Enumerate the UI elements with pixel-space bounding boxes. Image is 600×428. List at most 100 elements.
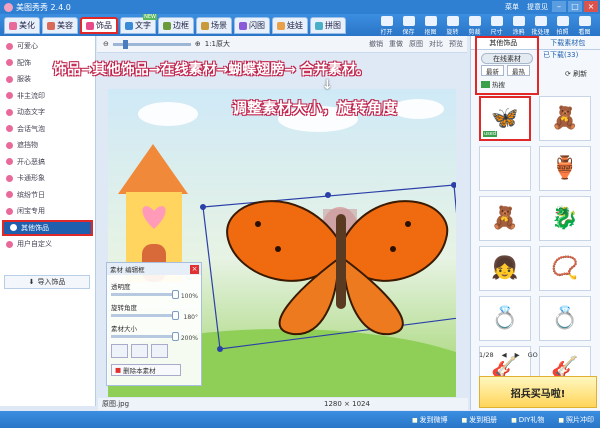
tab-label: 文字 bbox=[135, 21, 151, 30]
tool-button-1[interactable]: 保存 bbox=[399, 16, 418, 36]
tool-button-5[interactable]: 尺寸 bbox=[487, 16, 506, 36]
undo-button[interactable]: 撤销 bbox=[369, 39, 383, 49]
material-thumb[interactable]: 💍 bbox=[539, 296, 591, 341]
category-label: 卡通形象 bbox=[17, 174, 45, 183]
material-thumb[interactable]: 🧸 bbox=[539, 96, 591, 141]
zoom-slider[interactable] bbox=[112, 39, 191, 49]
maximize-button[interactable]: □ bbox=[568, 1, 582, 12]
tab-0[interactable]: 美化 bbox=[4, 17, 40, 34]
category-item[interactable]: 动态文字 bbox=[0, 104, 95, 121]
slider-knob[interactable] bbox=[171, 290, 179, 299]
material-thumb[interactable]: 💍 bbox=[479, 296, 531, 341]
category-icon bbox=[6, 59, 13, 67]
tool-icon bbox=[402, 16, 415, 26]
tab-icon bbox=[125, 21, 133, 30]
category-icon bbox=[6, 108, 13, 116]
photo-print-button[interactable]: 照片冲印 bbox=[558, 415, 594, 425]
preview-button[interactable]: 预览 bbox=[449, 39, 463, 49]
zoom-label[interactable]: 1:1原大 bbox=[205, 39, 230, 49]
zoom-in-icon[interactable]: ⊕ bbox=[195, 40, 201, 48]
pager-control[interactable]: GO bbox=[528, 351, 538, 359]
category-icon bbox=[6, 207, 13, 215]
tab-label: 美容 bbox=[57, 21, 73, 30]
edit-slider[interactable] bbox=[111, 332, 179, 341]
tab-2[interactable]: 饰品 bbox=[80, 17, 118, 34]
tab-7[interactable]: 娃娃 bbox=[272, 17, 308, 34]
tab-5[interactable]: 场景 bbox=[196, 17, 232, 34]
delete-material-button[interactable]: ■ 删除本素材 bbox=[111, 364, 181, 376]
edit-row-label: 旋转角度 bbox=[111, 304, 137, 312]
tool-button-6[interactable]: 涂鸦 bbox=[509, 16, 528, 36]
tab-download-packs[interactable]: 下载素材包 bbox=[535, 36, 600, 50]
category-item[interactable]: 缤纷节日 bbox=[0, 187, 95, 204]
material-thumb[interactable]: 📿 bbox=[539, 246, 591, 291]
zoom-out-icon[interactable]: ⊖ bbox=[103, 40, 109, 48]
category-item[interactable]: 闲宝专用 bbox=[0, 203, 95, 220]
material-thumb[interactable] bbox=[479, 146, 531, 191]
pager-control[interactable]: ◀ bbox=[502, 351, 507, 359]
downloaded-count[interactable]: 已下载(33) bbox=[543, 50, 578, 60]
edit-slider[interactable] bbox=[111, 290, 179, 299]
hot-search[interactable]: 热搜 bbox=[481, 79, 505, 89]
slider-knob[interactable] bbox=[171, 311, 179, 320]
category-item[interactable]: 可爱心 bbox=[0, 38, 95, 55]
tab-4[interactable]: 边框 bbox=[158, 17, 194, 34]
original-button[interactable]: 原图 bbox=[409, 39, 423, 49]
category-item[interactable]: 用户自定义 bbox=[0, 236, 95, 253]
close-window-button[interactable]: × bbox=[584, 1, 598, 12]
category-icon bbox=[6, 92, 13, 100]
slider-knob[interactable] bbox=[171, 332, 179, 341]
category-item[interactable]: 遮挡物 bbox=[0, 137, 95, 154]
pager-control[interactable]: ▶ bbox=[515, 351, 520, 359]
close-edit-panel-icon[interactable]: × bbox=[190, 264, 199, 274]
tool-button-2[interactable]: 抠图 bbox=[421, 16, 440, 36]
share-album-button[interactable]: 发到相册 bbox=[462, 415, 497, 425]
share-weibo-button[interactable]: 发到微博 bbox=[412, 415, 448, 425]
copy-icon[interactable] bbox=[151, 344, 168, 358]
tab-icon bbox=[277, 21, 285, 30]
category-sidebar: 可爱心 配饰 服装 非主流印 动态文字 会话气泡 遮挡物 开心恶搞 卡通形象 缤纷节日 闲宝专用 其他… bbox=[0, 36, 96, 406]
feedback-link[interactable]: 提意见 bbox=[527, 2, 548, 12]
category-icon bbox=[6, 191, 13, 199]
tab-label: 美化 bbox=[19, 21, 35, 30]
flip-vertical-icon[interactable] bbox=[131, 344, 148, 358]
menu-link[interactable]: 菜单 bbox=[505, 2, 519, 12]
tool-button-0[interactable]: 打开 bbox=[377, 16, 396, 36]
material-thumb[interactable]: 🐉 bbox=[539, 196, 591, 241]
material-panel: 其他饰品 下载素材包 已下载(33) 在线素材 最新 最热 热搜 ⟳ 刷新 🦋 u… bbox=[470, 36, 600, 410]
material-thumb[interactable]: 🏺 bbox=[539, 146, 591, 191]
minimize-button[interactable]: – bbox=[552, 1, 566, 12]
category-item[interactable]: 卡通形象 bbox=[0, 170, 95, 187]
refresh-button[interactable]: ⟳ 刷新 bbox=[565, 69, 587, 79]
tool-button-7[interactable]: 批处理 bbox=[531, 16, 550, 36]
category-item[interactable]: 其他饰品 bbox=[2, 219, 93, 236]
sort-newest-button[interactable]: 最新 bbox=[481, 65, 504, 76]
edit-slider[interactable] bbox=[111, 311, 179, 320]
butterfly-sticker[interactable] bbox=[200, 182, 456, 352]
tab-3[interactable]: 文字 NEW bbox=[120, 14, 157, 34]
tool-button-3[interactable]: 旋转 bbox=[443, 16, 462, 36]
compare-button[interactable]: 对比 bbox=[429, 39, 443, 49]
canvas-toolbar: ⊖ ⊕ 1:1原大 撤销 重做 原图 对比 预览 bbox=[97, 36, 467, 53]
tool-button-4[interactable]: 剪裁 bbox=[465, 16, 484, 36]
import-accessory-button[interactable]: ⬇ 导入饰品 bbox=[4, 275, 90, 289]
category-item[interactable]: 会话气泡 bbox=[0, 121, 95, 138]
recruit-banner[interactable]: 招兵买马啦! bbox=[479, 376, 597, 408]
flip-horizontal-icon[interactable] bbox=[111, 344, 128, 358]
tool-label: 剪裁 bbox=[468, 29, 481, 36]
online-source-chip[interactable]: 在线素材 bbox=[481, 53, 533, 64]
material-thumb[interactable]: 👧 bbox=[479, 246, 531, 291]
tab-8[interactable]: 拼图 bbox=[310, 17, 346, 34]
tool-label: 旋转 bbox=[446, 29, 459, 36]
material-thumb[interactable]: 🦋 used bbox=[479, 96, 531, 141]
category-item[interactable]: 开心恶搞 bbox=[0, 154, 95, 171]
diy-gift-button[interactable]: DIY礼物 bbox=[511, 415, 545, 425]
sort-hottest-button[interactable]: 最热 bbox=[507, 65, 530, 76]
tab-6[interactable]: 闪图 bbox=[234, 17, 270, 34]
tab-1[interactable]: 美容 bbox=[42, 17, 78, 34]
tool-button-8[interactable]: 拍照 bbox=[553, 16, 572, 36]
category-item[interactable]: 非主流印 bbox=[0, 88, 95, 105]
redo-button[interactable]: 重做 bbox=[389, 39, 403, 49]
tool-button-9[interactable]: 看图 bbox=[575, 16, 594, 36]
material-thumb[interactable]: 🧸 bbox=[479, 196, 531, 241]
